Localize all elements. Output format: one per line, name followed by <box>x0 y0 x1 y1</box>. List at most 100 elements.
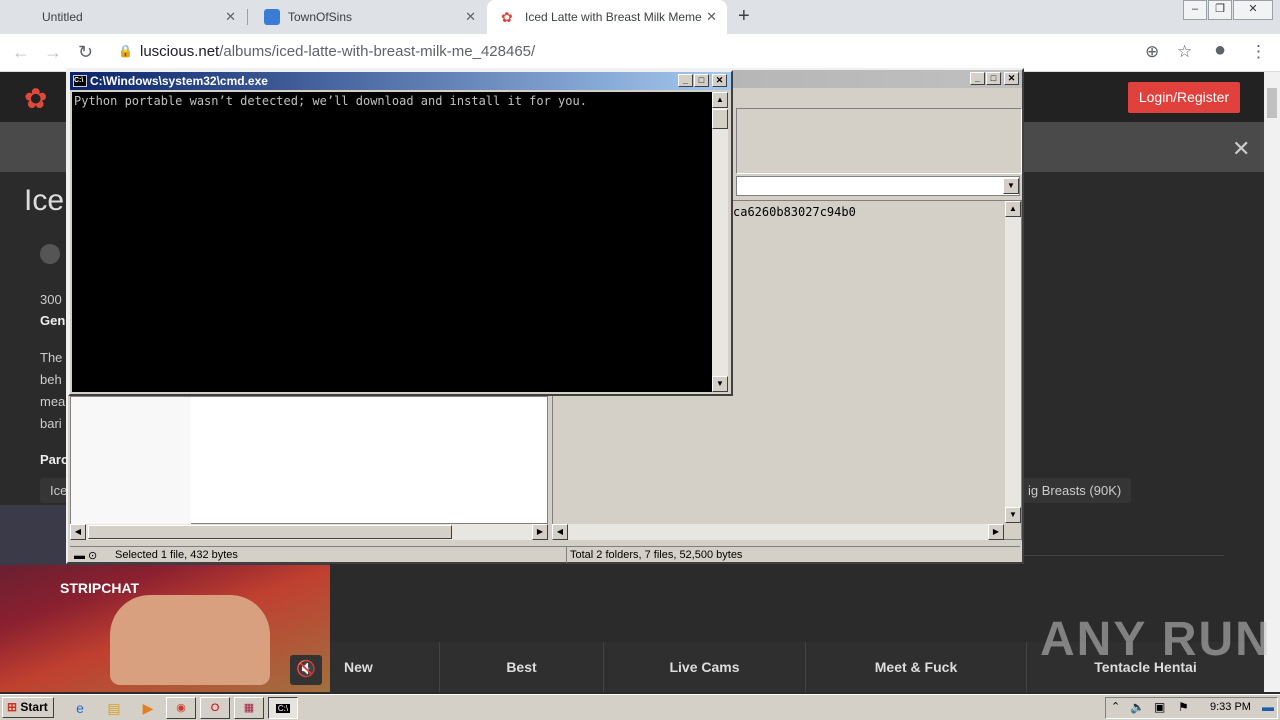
url-text: luscious.net/albums/iced-latte-with-brea… <box>140 43 535 60</box>
cam-brand-text: STRIPCHAT <box>60 580 140 596</box>
toolbar-panel <box>736 108 1022 174</box>
status-left: Selected 1 file, 432 bytes <box>115 549 238 561</box>
path-combobox[interactable]: ▼ <box>736 176 1020 196</box>
windows-logo-icon: ⊞ <box>7 700 18 714</box>
address-bar[interactable]: 🔒 luscious.net/albums/iced-latte-with-br… <box>110 38 1210 66</box>
add-icon[interactable]: ⊕ <box>1145 42 1159 62</box>
genre-label: Gen <box>40 313 66 328</box>
url-path: /albums/iced-latte-with-breast-milk-me_4… <box>219 43 536 60</box>
chrome-task-button[interactable]: ◉ <box>166 697 196 719</box>
close-icon[interactable]: ✕ <box>706 9 717 25</box>
cmd-icon: C:\ <box>275 704 291 713</box>
tab-title: Iced Latte with Breast Milk Meme | Lu <box>525 10 703 24</box>
network-icon[interactable]: ▣ <box>1154 700 1165 714</box>
minimize-button[interactable]: – <box>1183 0 1207 20</box>
tab-townofsins[interactable]: TownOfSins ✕ <box>250 0 486 34</box>
scroll-right-icon[interactable]: ▶ <box>532 524 548 540</box>
scroll-up-icon[interactable]: ▲ <box>1005 201 1021 217</box>
section-label: Parc <box>40 452 69 467</box>
drive-icon: ▬ ⊙ <box>74 550 98 562</box>
close-button[interactable]: ✕ <box>1004 72 1019 85</box>
description-line: beh <box>40 372 62 387</box>
close-icon[interactable]: ✕ <box>1232 136 1250 162</box>
left-file-pane[interactable] <box>70 396 548 525</box>
cmd-window[interactable]: C:\ C:\Windows\system32\cmd.exe _ □ ✕ Py… <box>68 70 733 396</box>
minimize-button[interactable]: _ <box>678 74 693 87</box>
opera-task-button[interactable]: O <box>200 697 230 719</box>
lotus-favicon-icon: ✿ <box>501 9 513 25</box>
url-host: luscious.net <box>140 43 220 60</box>
back-icon[interactable]: ← <box>12 42 30 63</box>
scroll-down-icon[interactable]: ▼ <box>712 376 728 392</box>
menu-icon[interactable]: ⋮ <box>1250 42 1267 62</box>
scroll-right-icon[interactable]: ▶ <box>988 524 1004 540</box>
lock-icon: 🔒 <box>118 44 133 58</box>
nav-best[interactable]: Best <box>440 642 604 692</box>
minimize-button[interactable]: _ <box>970 72 985 85</box>
browser-tab-strip: Untitled ✕ TownOfSins ✕ ✿ Iced Latte wit… <box>0 0 1280 34</box>
folder-icon[interactable]: ▤ <box>104 698 124 718</box>
new-tab-icon[interactable]: + <box>738 5 750 28</box>
page-scrollbar[interactable] <box>1264 72 1280 692</box>
chrome-icon: ◉ <box>176 702 186 714</box>
scroll-down-icon[interactable]: ▼ <box>1005 507 1021 523</box>
close-icon[interactable]: ✕ <box>225 9 236 25</box>
maximize-button[interactable]: □ <box>694 74 709 87</box>
cmd-console-output[interactable]: Python portable wasn’t detected; we’ll d… <box>72 92 712 392</box>
close-window-button[interactable]: ✕ <box>1233 0 1273 20</box>
left-hscrollbar[interactable]: ◀ ▶ <box>70 524 548 540</box>
maximize-button[interactable]: □ <box>986 72 1001 85</box>
archiver-task-button[interactable]: ▦ <box>234 697 264 719</box>
chevron-up-icon[interactable]: ⌃ <box>1111 700 1120 713</box>
scroll-thumb[interactable] <box>88 525 452 539</box>
site-favicon-icon <box>264 9 280 25</box>
cmd-task-button[interactable]: C:\ <box>268 697 298 719</box>
clock[interactable]: 9:33 PM <box>1210 701 1251 713</box>
speaker-icon[interactable]: 🔈 <box>1130 700 1145 714</box>
scroll-thumb[interactable] <box>712 109 728 129</box>
divider <box>1024 555 1224 556</box>
tag-chip[interactable]: ig Breasts (90K) <box>1018 478 1132 503</box>
flag-icon[interactable]: ⚑ <box>1178 700 1189 714</box>
login-register-button[interactable]: Login/Register <box>1128 82 1240 113</box>
star-icon[interactable]: ☆ <box>1177 42 1192 62</box>
forward-icon[interactable]: → <box>44 42 62 63</box>
nav-meet[interactable]: Meet & Fuck <box>806 642 1027 692</box>
page-title: Ice <box>24 184 65 217</box>
profile-icon[interactable]: ● <box>1214 39 1226 62</box>
tab-iced-latte[interactable]: ✿ Iced Latte with Breast Milk Meme | Lu … <box>487 0 727 34</box>
chevron-down-icon[interactable]: ▼ <box>1003 178 1019 194</box>
reload-icon[interactable]: ↻ <box>78 42 93 63</box>
scroll-left-icon[interactable]: ◀ <box>552 524 568 540</box>
cmd-scrollbar[interactable]: ▲ ▼ <box>712 92 728 392</box>
nav-new[interactable]: New <box>330 642 440 692</box>
scroll-up-icon[interactable]: ▲ <box>712 92 728 108</box>
nav-live-cams[interactable]: Live Cams <box>604 642 806 692</box>
scroll-thumb[interactable] <box>1267 88 1277 118</box>
start-label: Start <box>20 700 48 714</box>
hash-text: ca6260b83027c94b0 <box>733 205 856 219</box>
tab-title: TownOfSins <box>288 10 353 24</box>
start-button[interactable]: ⊞ Start <box>2 697 54 718</box>
show-desktop-icon[interactable]: ▬ <box>1262 700 1274 714</box>
right-pane-scrollbar[interactable]: ▲ ▼ <box>1005 201 1021 523</box>
cmd-title: C:\Windows\system32\cmd.exe <box>90 74 268 88</box>
cam-figure <box>110 595 270 685</box>
tab-untitled[interactable]: Untitled ✕ <box>28 0 246 34</box>
close-icon[interactable]: ✕ <box>465 9 476 25</box>
ie-icon[interactable]: e <box>70 698 90 718</box>
left-pane-column <box>71 397 191 525</box>
system-tray: ⌃ 🔈 ▣ ⚑ 9:33 PM ▬ <box>1105 697 1278 719</box>
cmd-titlebar[interactable]: C:\ C:\Windows\system32\cmd.exe _ □ ✕ <box>70 72 731 90</box>
close-button[interactable]: ✕ <box>712 74 727 87</box>
media-player-icon[interactable]: ▶ <box>138 698 158 718</box>
avatar[interactable] <box>40 244 60 264</box>
scroll-left-icon[interactable]: ◀ <box>70 524 86 540</box>
right-hscrollbar[interactable]: ◀ ▶ <box>552 524 1004 540</box>
restore-button[interactable]: ❐ <box>1208 0 1232 20</box>
browser-toolbar: ← → ↻ 🔒 luscious.net/albums/iced-latte-w… <box>0 34 1280 72</box>
cmd-icon: C:\ <box>73 75 87 87</box>
mute-icon[interactable]: 🔇 <box>290 655 322 685</box>
lotus-logo-icon[interactable]: ✿ <box>24 82 47 115</box>
console-line: Python portable wasn’t detected; we’ll d… <box>74 94 587 108</box>
